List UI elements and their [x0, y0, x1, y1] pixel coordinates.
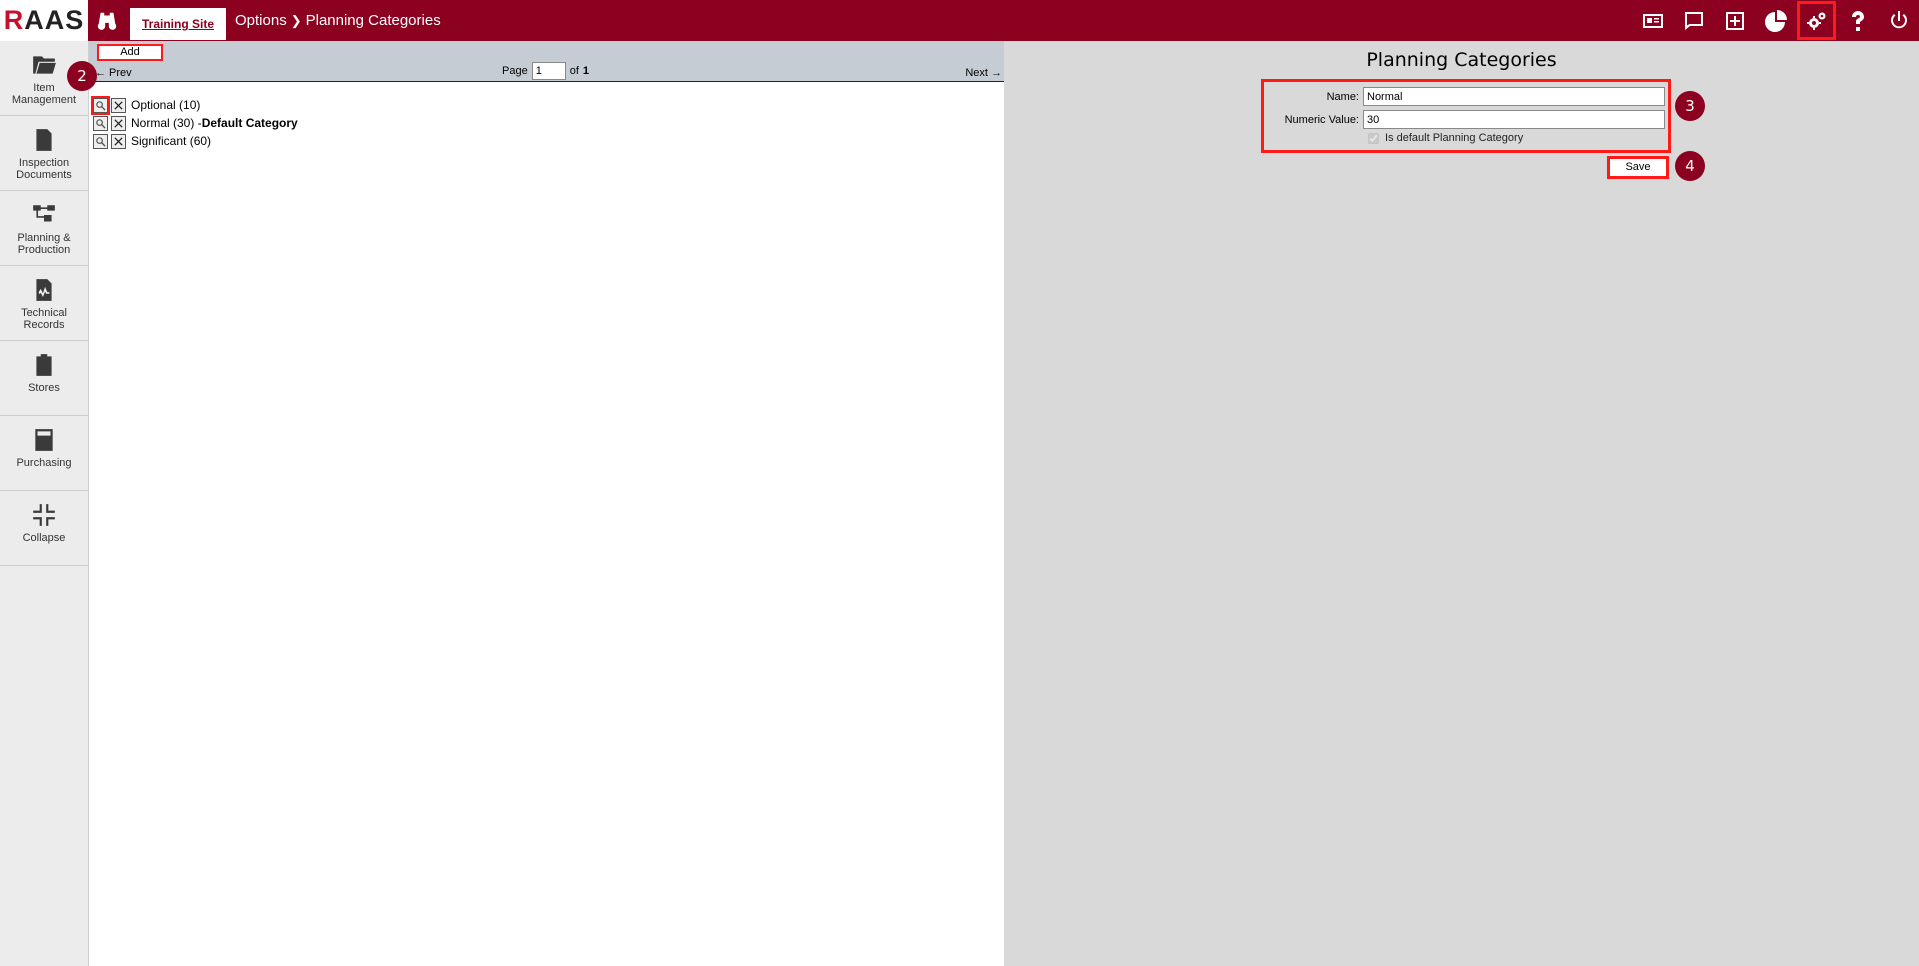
sidebar-item-purchasing[interactable]: Purchasing — [0, 416, 88, 491]
numeric-row: Numeric Value: — [1264, 110, 1665, 129]
page-label: Page — [502, 65, 528, 77]
default-category-label: Default Category — [201, 116, 298, 130]
sidebar-item-stores[interactable]: Stores — [0, 341, 88, 416]
top-toolbar — [1632, 0, 1919, 41]
chevron-right-icon: ❯ — [290, 12, 302, 28]
sidebar-item-label: Inspection Documents — [16, 157, 72, 181]
breadcrumb-planning-categories: Planning Categories — [305, 12, 441, 29]
list-item-label: Significant (60) — [131, 134, 212, 148]
logo-letter-r: R — [3, 5, 25, 35]
calculator-icon — [35, 429, 53, 451]
step-badge-4: 4 — [1675, 151, 1705, 181]
name-input[interactable] — [1363, 87, 1665, 106]
magnifier-icon[interactable] — [93, 115, 108, 131]
numeric-value-label: Numeric Value: — [1284, 113, 1359, 126]
id-card-icon[interactable] — [1632, 0, 1673, 41]
plus-square-icon[interactable] — [1714, 0, 1755, 41]
delete-icon[interactable] — [111, 115, 126, 131]
folder-icon — [33, 56, 56, 74]
sidebar-item-label: Technical Records — [21, 307, 67, 331]
raas-logo[interactable]: R AAS — [0, 0, 88, 41]
sidebar-item-label: Planning & Production — [17, 232, 71, 256]
collapse-icon — [33, 504, 55, 526]
category-rows: Optional (10) Normal (30) - Default Cate… — [91, 95, 298, 150]
category-form: Name: Numeric Value: Is default Planning… — [1261, 79, 1671, 153]
pager: Page of 1 — [502, 62, 589, 80]
total-pages: 1 — [582, 65, 590, 77]
of-label: of — [569, 65, 579, 77]
page-input[interactable] — [531, 62, 566, 80]
records-icon — [36, 279, 52, 301]
help-icon[interactable] — [1837, 0, 1878, 41]
next-link[interactable]: Next → — [965, 67, 1002, 79]
magnifier-icon[interactable] — [93, 133, 108, 149]
step-badge-2: 2 — [67, 61, 97, 91]
top-bar: R AAS Training Site Options ❯ Planning Ca… — [0, 0, 1919, 41]
list-item: Normal (30) - Default Category — [93, 114, 298, 132]
breadcrumb: Options ❯ Planning Categories — [235, 0, 441, 41]
document-icon — [36, 129, 52, 151]
category-detail-panel: Planning Categories Name: Numeric Value:… — [1004, 41, 1919, 966]
category-list-panel: Add ← Prev Page of 1 Next → Optional (10… — [89, 41, 1004, 966]
page-title: Planning Categories — [1366, 49, 1557, 71]
magnifier-icon[interactable] — [91, 95, 110, 115]
sidebar-item-technical-records[interactable]: Technical Records — [0, 266, 88, 341]
clipboard-check-icon — [36, 354, 52, 376]
sidebar: Item Management Inspection Documents Pla… — [0, 41, 89, 966]
sidebar-item-label: Stores — [28, 382, 60, 394]
numeric-value-input[interactable] — [1363, 110, 1665, 129]
sidebar-item-label: Purchasing — [16, 457, 72, 469]
step-badge-3: 3 — [1675, 91, 1705, 121]
list-item: Significant (60) — [93, 132, 298, 150]
list-item-label: Optional (10) — [131, 98, 201, 112]
default-checkbox-row: Is default Planning Category — [1368, 132, 1523, 144]
sidebar-item-label: Collapse — [22, 532, 66, 544]
list-item: Optional (10) — [91, 95, 298, 115]
sidebar-item-inspection-documents[interactable]: Inspection Documents — [0, 116, 88, 191]
list-item-label: Normal (30) - — [131, 116, 202, 130]
binoculars-icon[interactable] — [92, 6, 122, 36]
sidebar-item-collapse[interactable]: Collapse — [0, 491, 88, 566]
gears-icon[interactable] — [1796, 0, 1837, 41]
save-button[interactable]: Save — [1607, 156, 1669, 179]
chat-icon[interactable] — [1673, 0, 1714, 41]
workflow-icon — [33, 205, 55, 222]
default-checkbox-label: Is default Planning Category — [1385, 132, 1524, 144]
add-button[interactable]: Add — [97, 44, 163, 61]
logo-text: AAS — [24, 5, 85, 35]
sidebar-item-planning-production[interactable]: Planning & Production — [0, 191, 88, 266]
delete-icon[interactable] — [111, 133, 126, 149]
pie-chart-icon[interactable] — [1755, 0, 1796, 41]
delete-icon[interactable] — [111, 97, 126, 113]
power-icon[interactable] — [1878, 0, 1919, 41]
training-site-tab[interactable]: Training Site — [130, 8, 226, 40]
list-toolbar: Add ← Prev Page of 1 Next → — [89, 41, 1004, 82]
prev-link[interactable]: ← Prev — [95, 67, 132, 79]
breadcrumb-options[interactable]: Options — [235, 12, 287, 29]
name-label: Name: — [1326, 90, 1359, 103]
name-row: Name: — [1264, 87, 1665, 106]
default-checkbox[interactable] — [1368, 132, 1379, 144]
